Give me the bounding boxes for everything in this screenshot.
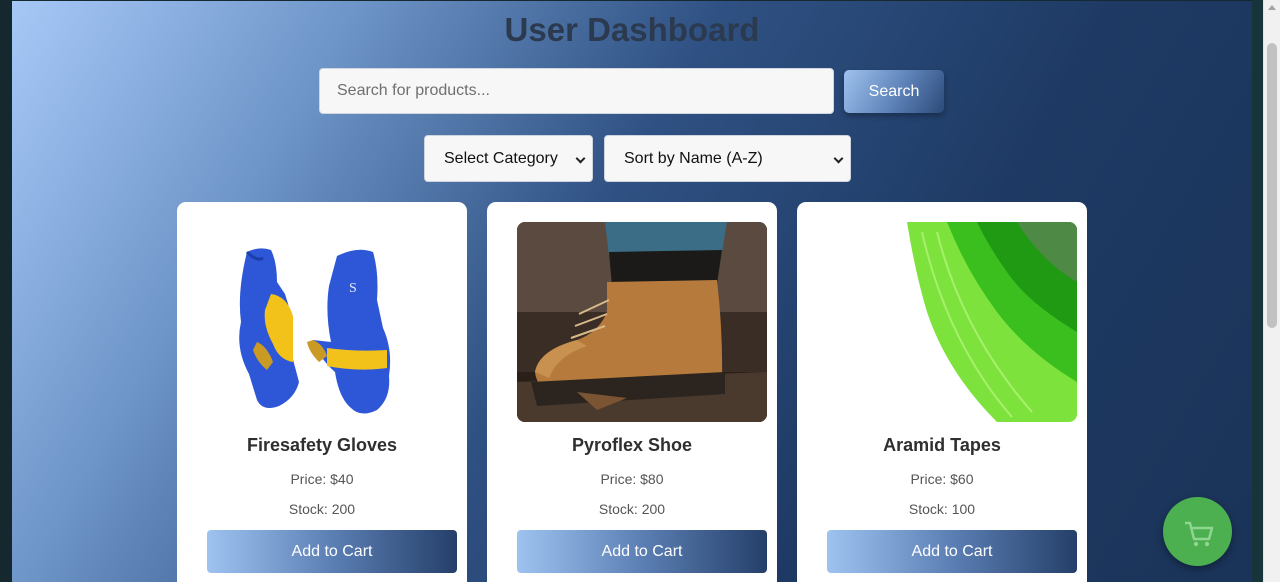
product-stock: Stock: 200 bbox=[598, 501, 666, 517]
product-card: Aramid Tapes Price: $60 Stock: 100 Add t… bbox=[797, 202, 1087, 582]
sort-select[interactable]: Sort by Name (A-Z) bbox=[604, 135, 851, 182]
product-price: Price: $80 bbox=[600, 471, 664, 487]
category-select[interactable]: Select Category bbox=[424, 135, 593, 182]
product-card: Pyroflex Shoe Price: $80 Stock: 200 Add … bbox=[487, 202, 777, 582]
product-image-gloves: S bbox=[207, 222, 457, 422]
left-gutter bbox=[0, 0, 12, 582]
product-name: Firesafety Gloves bbox=[246, 435, 398, 455]
search-button[interactable]: Search bbox=[844, 70, 944, 113]
product-stock: Stock: 200 bbox=[288, 501, 356, 517]
chevron-down-icon bbox=[833, 153, 844, 164]
product-price: Price: $40 bbox=[290, 471, 354, 487]
product-image-tape bbox=[827, 222, 1077, 422]
cart-icon bbox=[1185, 521, 1214, 547]
scroll-up-arrow-icon[interactable] bbox=[1268, 5, 1276, 10]
sort-select-value: Sort by Name (A-Z) bbox=[624, 149, 763, 167]
category-select-value: Select Category bbox=[444, 149, 558, 167]
product-image-boot bbox=[517, 222, 767, 422]
product-stock: Stock: 100 bbox=[908, 501, 976, 517]
add-to-cart-button[interactable]: Add to Cart bbox=[207, 530, 457, 573]
product-name: Aramid Tapes bbox=[883, 435, 1001, 455]
vertical-scrollbar[interactable] bbox=[1263, 0, 1280, 582]
chevron-down-icon bbox=[575, 153, 586, 164]
cart-fab-button[interactable] bbox=[1163, 497, 1232, 566]
search-input[interactable] bbox=[319, 68, 834, 114]
dashboard-page: User Dashboard Search Select Category So… bbox=[12, 1, 1252, 582]
svg-text:S: S bbox=[349, 281, 357, 296]
add-to-cart-button[interactable]: Add to Cart bbox=[827, 530, 1077, 573]
product-price: Price: $60 bbox=[910, 471, 974, 487]
page-title: User Dashboard bbox=[504, 11, 760, 48]
product-card: S Firesafety Gloves Price: $40 Stock: 20… bbox=[177, 202, 467, 582]
add-to-cart-button[interactable]: Add to Cart bbox=[517, 530, 767, 573]
right-gutter bbox=[1252, 0, 1263, 582]
product-name: Pyroflex Shoe bbox=[571, 435, 693, 455]
scroll-thumb[interactable] bbox=[1267, 43, 1277, 328]
